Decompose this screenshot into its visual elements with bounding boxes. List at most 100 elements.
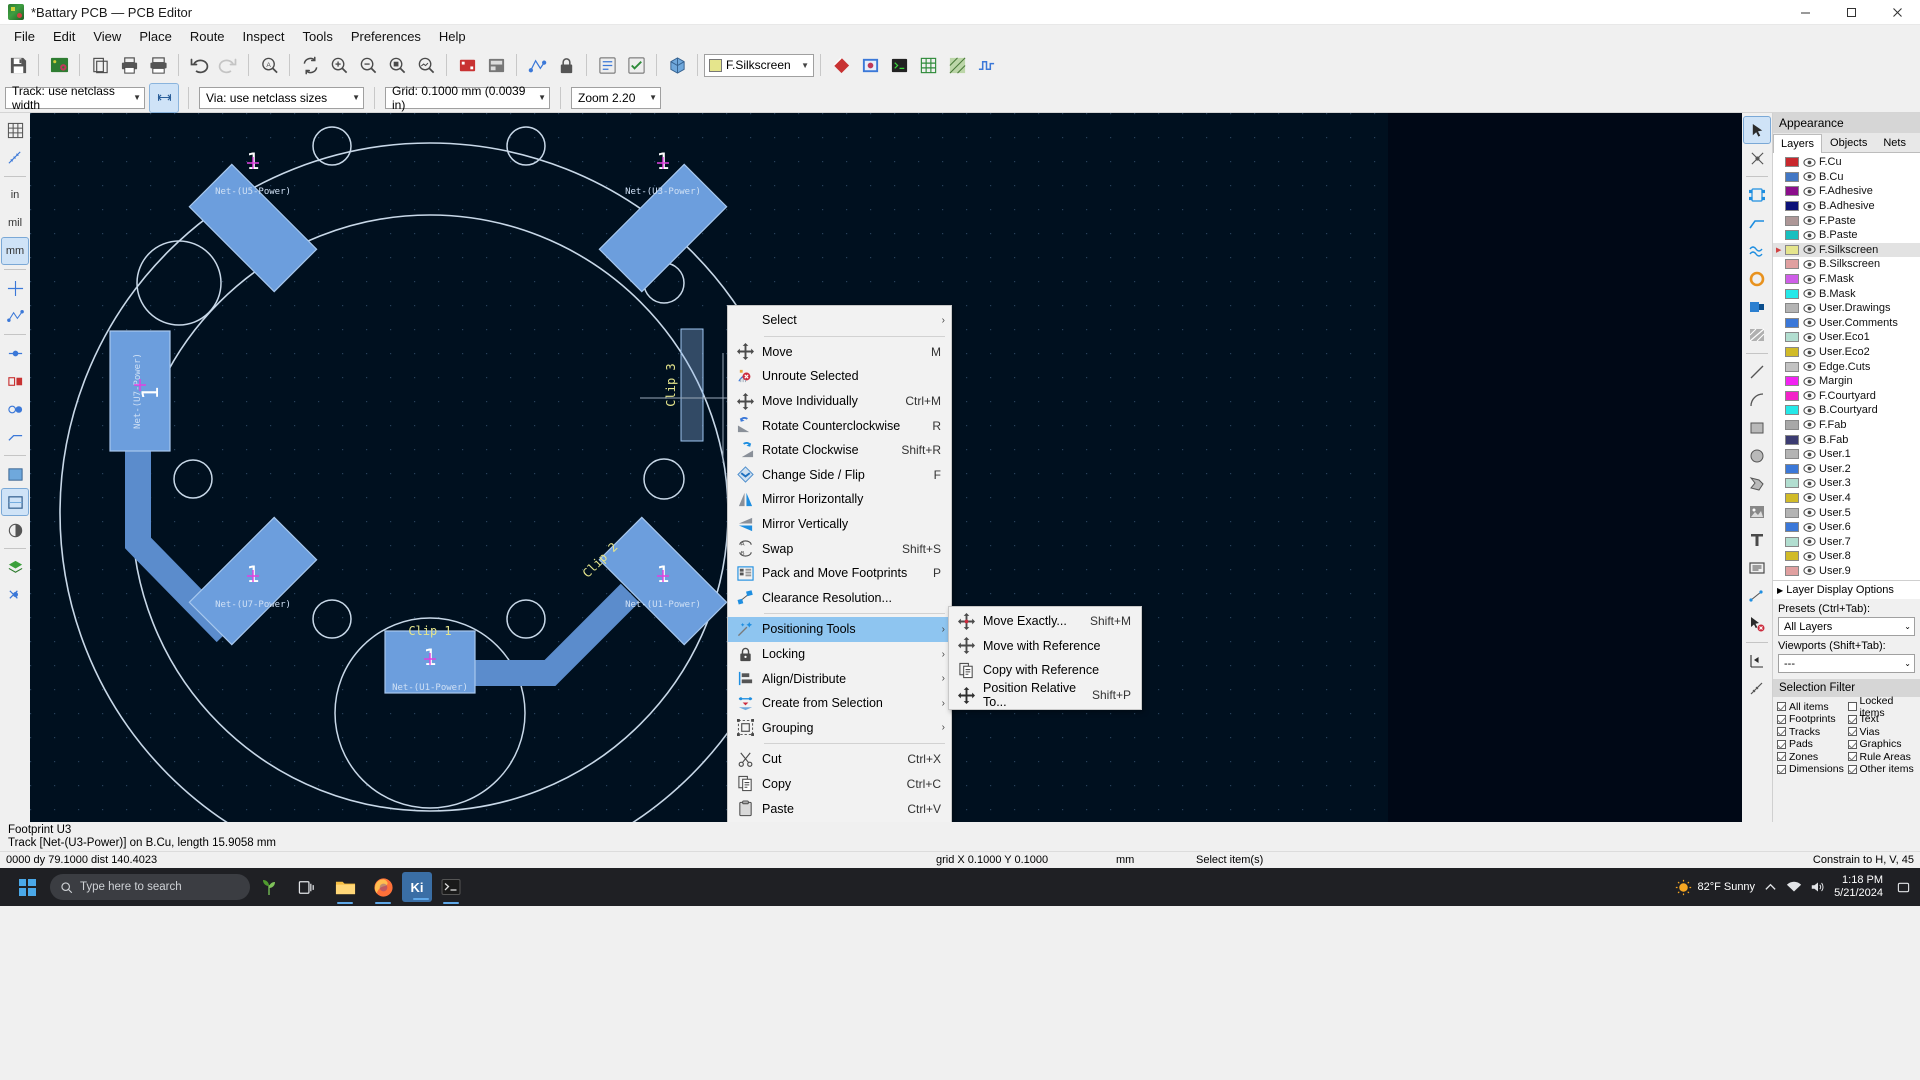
- eye-icon[interactable]: [1802, 288, 1816, 299]
- eye-icon[interactable]: [1802, 361, 1816, 372]
- via-size-selector[interactable]: Via: use netclass sizes ▼: [199, 86, 364, 109]
- eye-icon[interactable]: [1802, 171, 1816, 182]
- checkbox[interactable]: [1847, 739, 1857, 749]
- layer-row[interactable]: B.Silkscreen: [1773, 257, 1920, 272]
- minimize-button[interactable]: [1782, 0, 1828, 25]
- terminal-icon[interactable]: [432, 868, 470, 906]
- layer-row[interactable]: User.Comments: [1773, 316, 1920, 331]
- layer-row[interactable]: B.Paste: [1773, 228, 1920, 243]
- menu-item-swap[interactable]: AB Swap Shift+S: [728, 536, 951, 561]
- netlist-icon[interactable]: [593, 51, 621, 79]
- hatch-icon[interactable]: [943, 51, 971, 79]
- menu-item-clearance-resolution[interactable]: Clearance Resolution...: [728, 586, 951, 611]
- checkbox[interactable]: [1847, 764, 1857, 774]
- menu-item-mirror-horizontally[interactable]: Mirror Horizontally: [728, 487, 951, 512]
- layer-row[interactable]: User.1: [1773, 447, 1920, 462]
- menu-item-grouping[interactable]: Grouping ›: [728, 716, 951, 741]
- tab-nets[interactable]: Nets: [1875, 133, 1914, 152]
- layer-color-swatch[interactable]: [1785, 347, 1799, 358]
- circle-icon[interactable]: [1744, 443, 1770, 469]
- menu-item-rotate-counterclockwise[interactable]: Rotate Counterclockwise R: [728, 413, 951, 438]
- checkbox[interactable]: [1777, 714, 1786, 724]
- selection-filter-item[interactable]: Vias: [1847, 725, 1917, 738]
- menu-item-locking[interactable]: Locking ›: [728, 642, 951, 667]
- lock-icon[interactable]: [552, 51, 580, 79]
- kicad-icon[interactable]: Ki: [402, 872, 432, 902]
- checkbox[interactable]: [1777, 727, 1786, 737]
- measure-icon[interactable]: [827, 51, 855, 79]
- selection-filter-item[interactable]: Dimensions: [1777, 763, 1846, 776]
- submenu-item-move-with-reference[interactable]: Move with Reference: [949, 634, 1141, 659]
- menu-item-paste-special[interactable]: Paste Special...: [728, 821, 951, 822]
- selection-filter-item[interactable]: Tracks: [1777, 725, 1846, 738]
- redo-icon[interactable]: [214, 51, 242, 79]
- eye-icon[interactable]: [1802, 492, 1816, 503]
- layer-row[interactable]: User.Eco1: [1773, 330, 1920, 345]
- menu-place[interactable]: Place: [130, 27, 181, 46]
- sketch-icon[interactable]: [972, 51, 1000, 79]
- unit-mil-button[interactable]: mil: [2, 210, 28, 236]
- eye-icon[interactable]: [1802, 419, 1816, 430]
- layer-row[interactable]: User.5: [1773, 505, 1920, 520]
- taskbar-search-input[interactable]: Type here to search: [50, 874, 250, 900]
- layer-row[interactable]: B.Courtyard: [1773, 403, 1920, 418]
- layer-row[interactable]: F.Adhesive: [1773, 184, 1920, 199]
- checkbox[interactable]: [1847, 727, 1857, 737]
- firefox-icon[interactable]: [364, 868, 402, 906]
- layer-color-swatch[interactable]: [1785, 230, 1799, 241]
- route-icon[interactable]: [1744, 210, 1770, 236]
- track-width-selector[interactable]: Track: use netclass width ▼: [5, 84, 145, 112]
- menu-item-copy[interactable]: Copy Ctrl+C: [728, 772, 951, 797]
- layer-color-swatch[interactable]: [1785, 478, 1799, 489]
- layer-row[interactable]: User.Drawings: [1773, 301, 1920, 316]
- dimension-icon[interactable]: [1744, 583, 1770, 609]
- drc-icon[interactable]: [622, 51, 650, 79]
- terminal-console-icon[interactable]: [885, 51, 913, 79]
- menu-tools[interactable]: Tools: [293, 27, 341, 46]
- layer-color-swatch[interactable]: [1785, 244, 1799, 255]
- eye-icon[interactable]: [1802, 551, 1816, 562]
- eye-icon[interactable]: [1802, 332, 1816, 343]
- eye-icon[interactable]: [1802, 274, 1816, 285]
- selection-filter-list[interactable]: All items Locked items Footprints Text Track…: [1773, 695, 1920, 779]
- selection-filter-item[interactable]: Graphics: [1847, 738, 1917, 751]
- plant-app-icon[interactable]: [250, 868, 288, 906]
- menu-item-change-side-flip[interactable]: Change Side / Flip F: [728, 463, 951, 488]
- submenu-item-move-exactly[interactable]: Move Exactly... Shift+M: [949, 609, 1141, 634]
- polygon-icon[interactable]: [1744, 471, 1770, 497]
- grid-selector[interactable]: Grid: 0.1000 mm (0.0039 in) ▼: [385, 84, 550, 112]
- layer-row[interactable]: F.Mask: [1773, 272, 1920, 287]
- volume-icon[interactable]: [1810, 880, 1826, 894]
- scripting-icon[interactable]: [856, 51, 884, 79]
- menu-edit[interactable]: Edit: [44, 27, 84, 46]
- tab-layers[interactable]: Layers: [1773, 134, 1823, 153]
- tab-objects[interactable]: Objects: [1822, 133, 1875, 152]
- eye-icon[interactable]: [1802, 522, 1816, 533]
- layer-color-swatch[interactable]: [1785, 536, 1799, 547]
- viewports-selector[interactable]: --- ⌄: [1778, 654, 1915, 674]
- footprint-wizard-icon[interactable]: [482, 51, 510, 79]
- menu-item-create-from-selection[interactable]: Create from Selection ›: [728, 691, 951, 716]
- measure-icon[interactable]: [1744, 676, 1770, 702]
- maximize-button[interactable]: [1828, 0, 1874, 25]
- layer-row[interactable]: F.Fab: [1773, 418, 1920, 433]
- notifications-icon[interactable]: [1897, 881, 1910, 894]
- cube-3d-icon[interactable]: [663, 51, 691, 79]
- layer-row[interactable]: Margin: [1773, 374, 1920, 389]
- eye-icon[interactable]: [1802, 507, 1816, 518]
- layer-color-swatch[interactable]: [1785, 201, 1799, 212]
- selection-filter-item[interactable]: Rule Areas: [1847, 751, 1917, 764]
- eye-icon[interactable]: [1802, 536, 1816, 547]
- eye-icon[interactable]: [1802, 347, 1816, 358]
- unit-mm-button[interactable]: mm: [1, 237, 29, 265]
- close-button[interactable]: [1874, 0, 1920, 25]
- save-icon[interactable]: [4, 51, 32, 79]
- layer-color-swatch[interactable]: [1785, 215, 1799, 226]
- layer-color-swatch[interactable]: [1785, 507, 1799, 518]
- selection-filter-item[interactable]: Text: [1847, 713, 1917, 726]
- eye-icon[interactable]: [1802, 376, 1816, 387]
- selection-filter-item[interactable]: Other items: [1847, 763, 1917, 776]
- layers-icon[interactable]: [2, 554, 28, 580]
- menu-item-pack-and-move-footprints[interactable]: Pack and Move Footprints P: [728, 561, 951, 586]
- presets-selector[interactable]: All Layers ⌄: [1778, 617, 1915, 637]
